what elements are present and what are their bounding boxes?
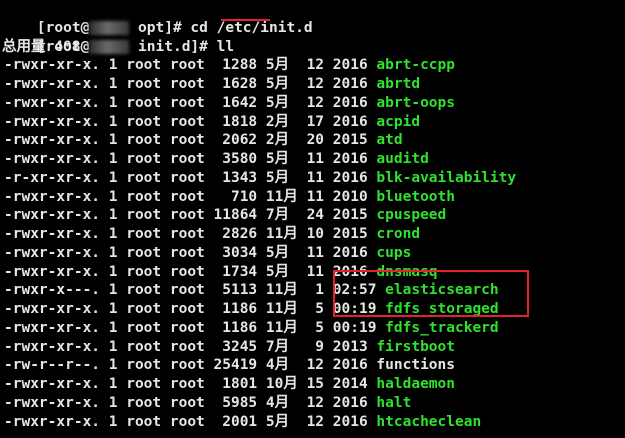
file-name: blk-availability (376, 169, 517, 186)
file-name: fdfs_trackerd (385, 319, 499, 336)
file-name: auditd (376, 151, 429, 167)
list-item: -rwxr-xr-x. 1 root root 2001 5月 12 2016 … (4, 413, 481, 432)
file-metadata: -rwxr-xr-x. 1 root root 11864 7月 24 2015 (4, 207, 377, 224)
file-metadata: -rwxr-xr-x. 1 root root 2826 11月 10 2015 (4, 226, 377, 242)
list-item: -rwxr-xr-x. 1 root root 1801 10月 15 2014… (4, 375, 455, 394)
file-metadata: -rwxr-xr-x. 1 root root 1734 5月 11 2016 (4, 263, 377, 280)
file-metadata: -rwxr-xr-x. 1 root root 1288 5月 12 2016 (4, 57, 377, 74)
red-box-annotation (333, 270, 529, 317)
terminal-window[interactable]: [root@ opt]# cd /etc/init.d [root@ init.… (0, 0, 625, 438)
file-metadata: -rwxr-x---. 1 root root 5113 11月 1 02:57 (4, 282, 386, 299)
list-item: -rwxr-xr-x. 1 root root 3245 7月 9 2013 f… (4, 338, 455, 357)
file-name: haldaemon (376, 376, 455, 392)
command-line-cd: [root@ opt]# cd /etc/init.d (2, 0, 313, 36)
file-name: cups (376, 244, 412, 261)
file-name: cpuspeed (376, 207, 447, 224)
file-metadata: -rwxr-xr-x. 1 root root 5985 4月 12 2016 (4, 394, 377, 411)
file-name: bluetooth (376, 188, 455, 205)
file-name: abrt-oops (376, 94, 455, 111)
file-metadata: -rwxr-xr-x. 1 root root 2001 5月 12 2016 (4, 413, 377, 430)
file-metadata: -rwxr-xr-x. 1 root root 1818 2月 17 2016 (4, 113, 377, 130)
list-item: -rwxr-xr-x. 1 root root 1642 5月 12 2016 … (4, 94, 455, 113)
file-name: firstboot (376, 338, 455, 355)
file-metadata: -rwxr-xr-x. 1 root root 1642 5月 12 2016 (4, 94, 377, 111)
total-line: 总用量 408 (2, 38, 81, 55)
list-item: -rwxr-xr-x. 1 root root 710 11月 11 2010 … (4, 188, 455, 207)
file-name: abrt-ccpp (376, 57, 455, 74)
file-name: functions (376, 357, 455, 374)
list-item: -rwxr-xr-x. 1 root root 11864 7月 24 2015… (4, 206, 446, 225)
list-item: -rwxr-xr-x. 1 root root 1628 5月 12 2016 … (4, 75, 420, 94)
file-name: abrtd (376, 76, 421, 92)
prompt-dir: init.d]# (129, 38, 217, 55)
file-metadata: -rwxr-xr-x. 1 root root 1186 11月 5 00:19 (4, 301, 386, 317)
list-item: -rwxr-xr-x. 1 root root 5985 4月 12 2016 … (4, 394, 411, 413)
file-metadata: -rwxr-xr-x. 1 root root 1186 11月 5 00:19 (4, 319, 386, 336)
redacted-hostname (89, 39, 130, 54)
list-item: -rwxr-xr-x. 1 root root 2062 2月 20 2015 … (4, 131, 403, 150)
list-item: -r-xr-xr-x. 1 root root 1343 5月 11 2016 … (4, 169, 516, 188)
list-item: -rwxr-xr-x. 1 root root 1186 11月 5 00:19… (4, 319, 499, 338)
list-item: -rwxr-xr-x. 1 root root 3580 5月 11 2016 … (4, 150, 429, 169)
file-metadata: -rwxr-xr-x. 1 root root 2062 2月 20 2015 (4, 132, 377, 149)
file-name: atd (376, 132, 403, 149)
file-metadata: -rwxr-xr-x. 1 root root 710 11月 11 2010 (4, 188, 377, 205)
list-item: -rwxr-xr-x. 1 root root 1288 5月 12 2016 … (4, 56, 455, 75)
list-item: -rwxr-xr-x. 1 root root 1818 2月 17 2016 … (4, 113, 420, 132)
file-metadata: -rwxr-xr-x. 1 root root 3245 7月 9 2013 (4, 338, 377, 355)
list-item: -rwxr-xr-x. 1 root root 2826 11月 10 2015… (4, 225, 420, 244)
file-metadata: -rwxr-xr-x. 1 root root 3034 5月 11 2016 (4, 244, 377, 261)
file-metadata: -rwxr-xr-x. 1 root root 1801 10月 15 2014 (4, 376, 377, 392)
file-name: acpid (376, 113, 421, 130)
file-metadata: -r-xr-xr-x. 1 root root 1343 5月 11 2016 (4, 169, 377, 186)
file-name: halt (376, 394, 412, 411)
list-item: -rw-r--r--. 1 root root 25419 4月 12 2016… (4, 356, 455, 375)
command-text: ll (216, 38, 235, 55)
file-metadata: -rwxr-xr-x. 1 root root 3580 5月 11 2016 (4, 151, 377, 167)
file-metadata: -rw-r--r--. 1 root root 25419 4月 12 2016 (4, 357, 377, 374)
file-name: crond (376, 226, 421, 242)
file-name: htcacheclean (376, 413, 482, 430)
command-line-ll: [root@ init.d]# ll (2, 19, 234, 55)
file-metadata: -rwxr-xr-x. 1 root root 1628 5月 12 2016 (4, 76, 377, 92)
list-item: -rwxr-xr-x. 1 root root 3034 5月 11 2016 … (4, 244, 411, 263)
